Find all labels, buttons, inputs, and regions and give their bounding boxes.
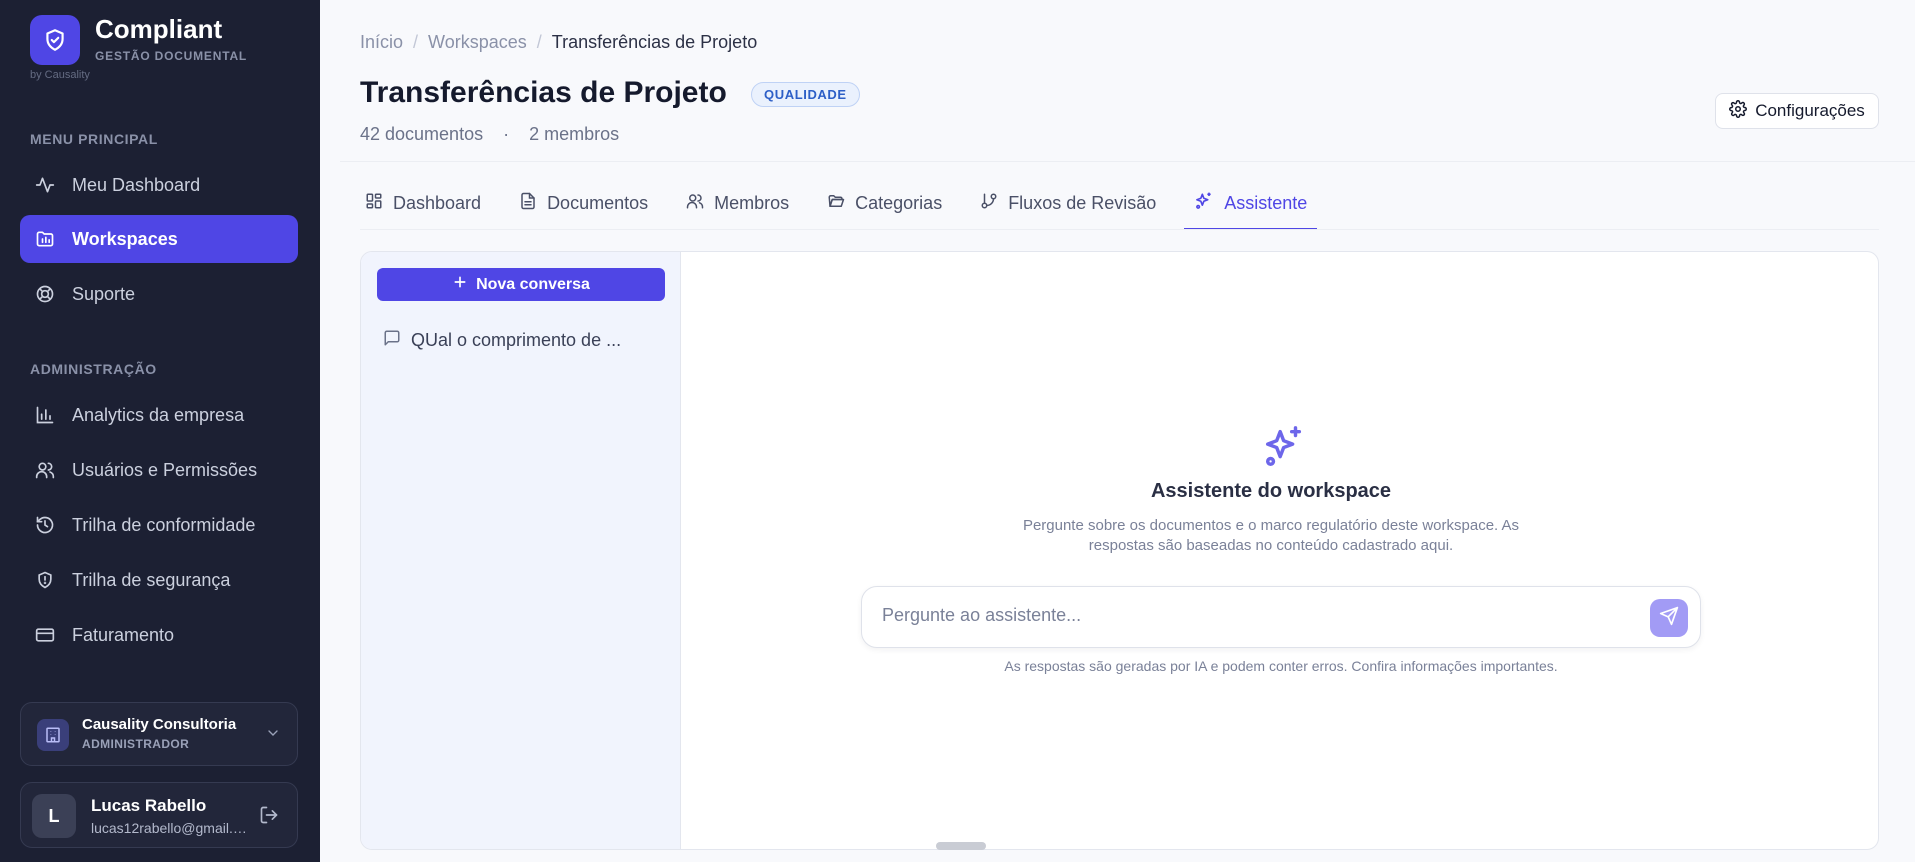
building-icon xyxy=(37,719,69,751)
chevron-down-icon xyxy=(265,725,281,746)
sidebar-item-label: Trilha de conformidade xyxy=(72,514,256,535)
user-card[interactable]: L Lucas Rabello lucas12rabello@gmail.com xyxy=(20,782,298,848)
tab-members[interactable]: Membros xyxy=(676,178,799,230)
breadcrumb-separator: / xyxy=(536,32,542,52)
sidebar-item-support[interactable]: Suporte xyxy=(20,270,298,318)
tab-documents[interactable]: Documentos xyxy=(509,178,658,230)
workspaces-icon xyxy=(34,228,56,250)
sidebar-item-label: Trilha de segurança xyxy=(72,569,231,590)
sidebar-item-label: Analytics da empresa xyxy=(72,404,245,425)
sidebar-item-workspaces[interactable]: Workspaces xyxy=(20,215,298,263)
page-title: Transferências de Projeto xyxy=(360,76,727,109)
header-divider xyxy=(340,161,1915,162)
sidebar-item-analytics[interactable]: Analytics da empresa xyxy=(20,391,298,439)
file-text-icon xyxy=(519,192,537,215)
bar-chart-icon xyxy=(34,404,56,426)
sidebar-item-label: Suporte xyxy=(72,283,136,304)
organization-name: Causality Consultoria xyxy=(82,716,237,733)
tab-label: Fluxos de Revisão xyxy=(1008,192,1157,213)
conversation-title: QUal o comprimento de ... xyxy=(411,330,622,350)
sidebar-item-label: Workspaces xyxy=(72,228,178,249)
ai-disclaimer: As respostas são geradas por IA e podem … xyxy=(1004,658,1558,674)
shield-check-icon xyxy=(46,29,64,51)
conversation-item[interactable]: QUal o comprimento de ... xyxy=(383,329,653,352)
sidebar-item-dashboard[interactable]: Meu Dashboard xyxy=(20,161,298,209)
git-branch-icon xyxy=(980,192,998,215)
sidebar-item-label: Usuários e Permissões xyxy=(72,459,258,480)
sidebar-item-users-permissions[interactable]: Usuários e Permissões xyxy=(20,446,298,494)
assistant-panel: Nova conversa QUal o comprimento de ... … xyxy=(360,251,1879,850)
tab-label: Documentos xyxy=(547,192,649,213)
gear-icon xyxy=(1729,99,1748,123)
users-icon xyxy=(686,192,704,215)
send-button[interactable] xyxy=(1650,599,1688,637)
tab-label: Dashboard xyxy=(393,192,482,213)
meta-separator: · xyxy=(503,124,510,144)
document-count: 42 documentos xyxy=(360,124,484,144)
chat-input-box xyxy=(861,586,1701,648)
new-conversation-label: Nova conversa xyxy=(476,275,590,293)
user-email: lucas12rabello@gmail.com xyxy=(91,820,251,836)
logout-icon[interactable] xyxy=(259,805,279,830)
grid-icon xyxy=(365,192,383,215)
brand-name: Compliant xyxy=(95,14,223,44)
sparkles-icon xyxy=(1194,191,1214,216)
assistant-empty-description: Pergunte sobre os documentos e o marco r… xyxy=(1022,517,1520,554)
chat-input[interactable] xyxy=(882,605,1622,626)
user-name: Lucas Rabello xyxy=(91,796,207,815)
brand-logo[interactable] xyxy=(30,15,80,65)
category-badge: QUALIDADE xyxy=(751,82,860,107)
brand-by: by Causality xyxy=(30,69,90,81)
new-conversation-button[interactable]: Nova conversa xyxy=(377,268,665,301)
send-icon xyxy=(1659,606,1679,631)
avatar: L xyxy=(32,794,76,838)
sidebar-item-label: Faturamento xyxy=(72,624,175,645)
sidebar-item-billing[interactable]: Faturamento xyxy=(20,611,298,659)
member-count: 2 membros xyxy=(529,124,620,144)
tab-label: Assistente xyxy=(1224,192,1308,213)
shield-icon xyxy=(34,569,56,591)
breadcrumb-home[interactable]: Início xyxy=(360,32,403,53)
sparkles-icon xyxy=(1261,424,1307,475)
sidebar-item-label: Meu Dashboard xyxy=(72,174,201,195)
breadcrumb: Início / Workspaces / Transferências de … xyxy=(360,32,757,53)
workspace-meta: 42 documentos · 2 membros xyxy=(360,124,619,145)
conversation-list: Nova conversa QUal o comprimento de ... xyxy=(361,252,681,849)
tabs-divider xyxy=(360,229,1879,230)
sidebar: Compliant GESTÃO DOCUMENTAL by Causality… xyxy=(0,0,320,862)
message-square-icon xyxy=(383,329,401,352)
history-icon xyxy=(34,514,56,536)
breadcrumb-current: Transferências de Projeto xyxy=(551,32,758,52)
folder-open-icon xyxy=(827,192,845,215)
organization-role: ADMINISTRADOR xyxy=(82,737,190,751)
tab-categories[interactable]: Categorias xyxy=(817,178,952,230)
settings-button[interactable]: Configurações xyxy=(1715,93,1879,129)
tab-review-flows[interactable]: Fluxos de Revisão xyxy=(970,178,1166,230)
tab-label: Membros xyxy=(714,192,790,213)
tab-assistant[interactable]: Assistente xyxy=(1184,178,1318,230)
main-menu-label: MENU PRINCIPAL xyxy=(30,131,158,147)
assistant-empty-title: Assistente do workspace xyxy=(1150,480,1392,502)
workspace-tabs: Dashboard Documentos Membros Categorias … xyxy=(355,178,1335,230)
tab-dashboard[interactable]: Dashboard xyxy=(355,178,491,230)
credit-card-icon xyxy=(34,624,56,646)
plus-icon xyxy=(452,274,468,295)
breadcrumb-workspaces[interactable]: Workspaces xyxy=(428,32,527,53)
tab-label: Categorias xyxy=(855,192,943,213)
breadcrumb-separator: / xyxy=(413,32,419,52)
settings-button-label: Configurações xyxy=(1755,101,1865,120)
activity-icon xyxy=(34,174,56,196)
lifebuoy-icon xyxy=(34,283,56,305)
users-icon xyxy=(34,459,56,481)
sidebar-item-security-trail[interactable]: Trilha de segurança xyxy=(20,556,298,604)
brand-subtitle: GESTÃO DOCUMENTAL xyxy=(95,49,248,63)
organization-switcher[interactable]: Causality Consultoria ADMINISTRADOR xyxy=(20,702,298,766)
admin-section-label: ADMINISTRAÇÃO xyxy=(30,361,157,377)
sidebar-item-compliance-trail[interactable]: Trilha de conformidade xyxy=(20,501,298,549)
horizontal-scrollbar[interactable] xyxy=(936,842,986,850)
